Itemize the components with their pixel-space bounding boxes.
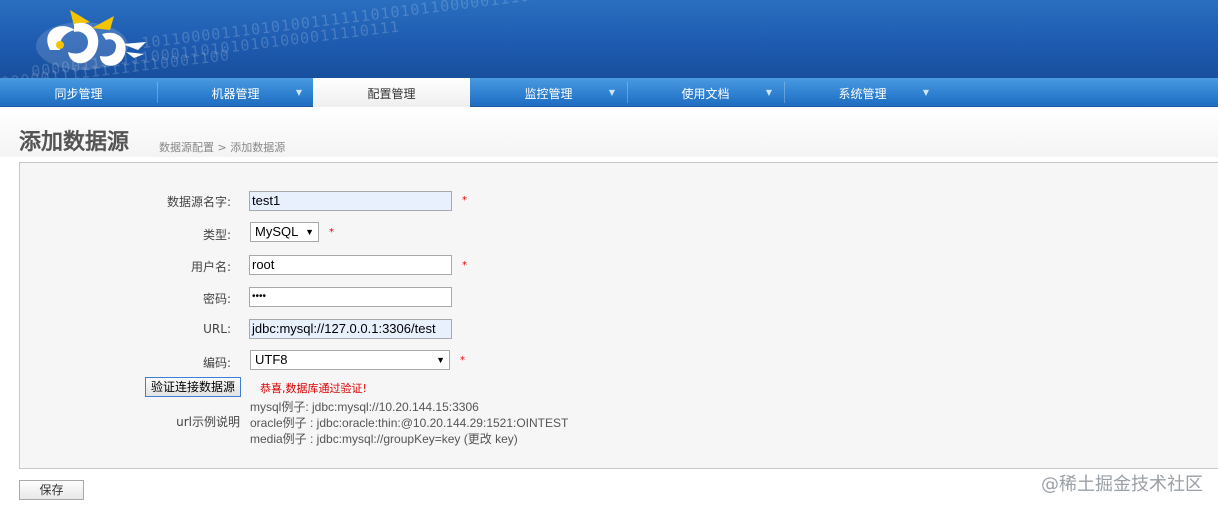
nav-item-monitor[interactable]: 监控管理 ▼ [470,78,627,107]
url-input[interactable]: jdbc:mysql://127.0.0.1:3306/test [249,319,452,339]
type-select-value: MySQL [255,224,299,239]
encoding-select[interactable]: UTF8 ▼ [250,350,450,370]
verify-success-message: 恭喜,数据库通过验证! [260,382,367,395]
chevron-down-icon: ▼ [608,88,615,97]
nav-label: 同步管理 [54,87,103,101]
breadcrumb: 数据源配置 > 添加数据源 [159,141,286,154]
datasource-name-input[interactable]: test1 [249,191,452,211]
nav-item-docs[interactable]: 使用文档 ▼ [627,78,784,107]
required-mark: * [460,355,465,366]
chevron-down-icon: ▼ [305,227,314,237]
type-select[interactable]: MySQL ▼ [250,222,319,242]
nav-label: 机器管理 [211,87,260,101]
required-mark: * [462,195,467,206]
url-example: media例子 : jdbc:mysql://groupKey=key (更改 … [250,432,518,446]
encoding-select-value: UTF8 [255,352,288,367]
nav-item-sync[interactable]: 同步管理 [0,78,157,107]
otter-logo [36,10,146,70]
url-example: mysql例子: jdbc:mysql://10.20.144.15:3306 [250,400,479,414]
save-button[interactable]: 保存 [19,480,84,500]
url-label: URL: [203,322,231,336]
chevron-down-icon: ▼ [765,88,772,97]
type-label: 类型: [202,228,231,242]
datasource-name-label: 数据源名字: [166,195,231,209]
username-label: 用户名: [190,260,231,274]
url-help-label: url示例说明 [176,415,240,429]
nav-item-config[interactable]: 配置管理 [313,78,470,108]
nav-item-system[interactable]: 系统管理 ▼ [784,78,941,107]
required-mark: * [329,227,334,238]
username-input[interactable]: root [249,255,452,275]
nav-label: 系统管理 [838,87,887,101]
chevron-down-icon: ▼ [295,88,302,97]
password-input[interactable]: •••• [249,287,452,307]
nav-label: 配置管理 [367,87,416,101]
required-mark: * [462,260,467,271]
main-nav: 同步管理 机器管理 ▼ 配置管理 监控管理 ▼ 使用文档 ▼ 系统管理 ▼ [0,78,1218,108]
chevron-down-icon: ▼ [436,355,445,365]
chevron-down-icon: ▼ [922,88,929,97]
header-banner: 0000011111110001101010101000011110111 10… [0,0,1218,78]
verify-connection-button[interactable]: 验证连接数据源 [145,377,241,397]
nav-label: 使用文档 [681,87,730,101]
nav-item-machine[interactable]: 机器管理 ▼ [157,78,314,107]
encoding-label: 编码: [202,356,231,370]
nav-label: 监控管理 [524,87,573,101]
url-example: oracle例子 : jdbc:oracle:thin:@10.20.144.2… [250,416,569,430]
password-label: 密码: [202,292,231,306]
url-examples: mysql例子: jdbc:mysql://10.20.144.15:3306 … [250,399,568,447]
watermark: @稀土掘金技术社区 [1041,474,1203,495]
page-title: 添加数据源 [19,130,130,155]
